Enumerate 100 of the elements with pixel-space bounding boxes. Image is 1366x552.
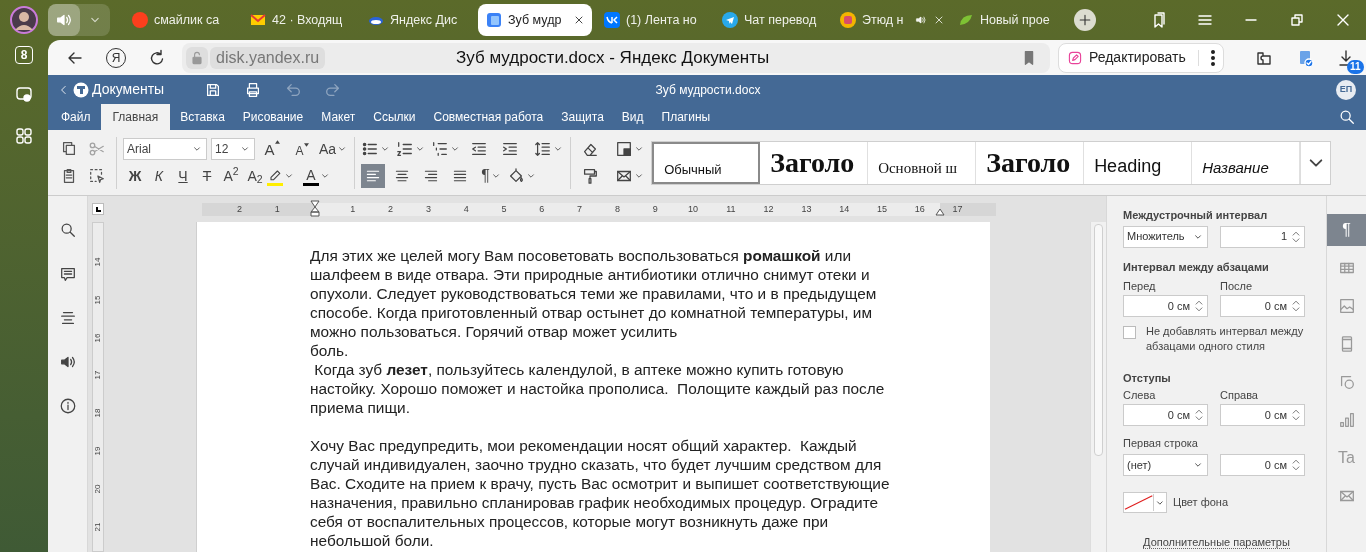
edit-button[interactable]: Редактировать <box>1058 42 1224 73</box>
ruler-number: 1 <box>349 202 357 216</box>
browser-tab[interactable]: Яндекс Дис <box>360 4 474 36</box>
indent-marker[interactable] <box>310 198 320 217</box>
spinner-arrows-icon[interactable] <box>1292 229 1300 244</box>
grow-font-button[interactable]: A <box>259 137 285 161</box>
font-size-dropdown[interactable]: 12 <box>211 138 255 160</box>
leaf-icon <box>958 12 974 28</box>
spinner-arrows-icon[interactable] <box>1292 408 1300 422</box>
font-color-button[interactable]: A <box>303 164 339 188</box>
spinner-arrows-icon[interactable] <box>1292 458 1300 472</box>
checkbox[interactable] <box>1123 326 1136 339</box>
background-color-picker[interactable] <box>1123 492 1167 513</box>
menu-tab[interactable]: Плагины <box>653 104 719 130</box>
ruler-number: 8 <box>613 202 621 216</box>
spacing-after-field[interactable]: 0 см <box>1220 295 1305 317</box>
menu-tab[interactable]: Вставка <box>172 104 233 130</box>
spacing-before-field[interactable]: 0 см <box>1123 295 1208 317</box>
menu-tab[interactable]: Макет <box>313 104 364 130</box>
profile-avatar[interactable] <box>10 6 38 34</box>
indent-left-field[interactable]: 0 см <box>1123 404 1208 426</box>
underline-button[interactable]: Ч <box>171 164 195 188</box>
field-label: Справа <box>1220 387 1259 403</box>
strike-button[interactable]: Т <box>195 164 219 188</box>
sparkle-pencil-icon <box>1067 49 1083 66</box>
more-icon <box>1210 49 1215 66</box>
align-left-icon <box>365 168 382 184</box>
sub-button[interactable]: A$_{2}$ <box>243 164 267 188</box>
spinner-arrows-icon[interactable] <box>1292 299 1300 313</box>
bold-button[interactable]: Ж <box>123 164 147 188</box>
menu-tab[interactable]: Главная <box>100 104 171 130</box>
browser-tab[interactable]: Зуб мудр <box>478 4 592 36</box>
search-icon <box>1338 108 1356 126</box>
scrollbar[interactable] <box>1090 222 1106 552</box>
section-title: Междустрочный интервал <box>1123 208 1269 223</box>
paragraph: Для этих же целей могу Вам посоветовать воспользоваться ромашкой или шалфеем в виде отвара. Эти природные антибиотики отлично снимут отеки и опухоли. Следует руководствоваться теми же правилами, что и в предыдущем способе. Когда приготовленный отвар остынет до комнатной температуры, им можно пользоваться. Горячий отвар может усилить боль. <box>310 246 877 360</box>
align-center-icon <box>394 168 411 184</box>
image-icon <box>1337 297 1356 315</box>
section-title: Интервал между абзацами <box>1123 260 1269 273</box>
nonprinting-button[interactable]: ¶ <box>481 164 502 188</box>
new-tab-button[interactable] <box>1074 9 1096 31</box>
indent-marker[interactable] <box>935 207 945 216</box>
first-line-dropdown[interactable]: (нет) <box>1123 454 1208 476</box>
indent-right-field[interactable]: 0 см <box>1220 404 1305 426</box>
ruler-number: 19 <box>93 445 103 458</box>
browser-tab[interactable]: (1) Лента но <box>596 4 710 36</box>
menu-tab[interactable]: Рисование <box>234 104 312 130</box>
tab-title: (1) Лента но <box>626 11 697 29</box>
tab-title: Зуб мудр <box>508 11 562 29</box>
favicon <box>132 12 148 28</box>
menu-tab[interactable]: Совместная работа <box>425 104 552 130</box>
line-spacing-field[interactable]: 1 <box>1220 225 1305 248</box>
chevron-down-icon <box>1308 158 1323 167</box>
style-preset[interactable]: Название <box>1192 141 1301 184</box>
browser-tab[interactable]: Этюд н <box>832 4 946 36</box>
paragraph: Когда зуб лезет, пользуйтесь календулой, в аптеке можно купить готовую настойку. Хорошо поможет и настойка прополиса. Полощите каждый раз после приема пищи. <box>310 360 885 417</box>
spinner-arrows-icon[interactable] <box>1195 408 1203 422</box>
style-preset[interactable]: Основной ш <box>868 141 977 184</box>
change-case-button[interactable]: Aa <box>319 137 349 161</box>
bullets-icon <box>361 140 380 158</box>
menu-tab[interactable]: Защита <box>553 104 612 130</box>
user-avatar[interactable]: ЕП <box>1336 79 1356 100</box>
field-label: Перед <box>1123 278 1157 294</box>
browser-tab[interactable]: смайлик са <box>124 4 238 36</box>
paragraph-settings-tab[interactable]: ¶ <box>1326 214 1366 246</box>
downloads-badge: 11 <box>1347 59 1364 74</box>
browser-tab[interactable]: Новый прое <box>950 4 1064 36</box>
sup-button[interactable]: A$^{2}$ <box>219 164 243 188</box>
favicon <box>604 12 620 28</box>
ruler-number: 9 <box>651 202 659 216</box>
documents-link[interactable]: Документы <box>48 79 165 100</box>
italic-button[interactable]: К <box>147 164 171 188</box>
decrease-indent-icon <box>470 140 489 158</box>
tab-count-badge[interactable]: 8 <box>15 46 33 64</box>
style-preset[interactable]: Обычный <box>652 141 761 184</box>
tab-stop-selector[interactable] <box>92 203 104 215</box>
style-preset[interactable]: Заголо <box>760 141 869 184</box>
shrink-font-button[interactable]: A <box>289 137 315 161</box>
line-spacing-icon <box>534 140 553 158</box>
menu-tab[interactable]: Файл <box>53 104 99 130</box>
ruler-number: 17 <box>951 202 964 216</box>
more-settings-link[interactable]: Дополнительные параметры <box>1143 536 1290 549</box>
ruler-number: 11 <box>725 202 737 216</box>
font-dropdown[interactable]: Arial <box>123 138 207 160</box>
first-line-field[interactable]: 0 см <box>1220 454 1305 476</box>
browser-tab[interactable]: Чат перевод <box>714 4 828 36</box>
browser-tab[interactable]: 42 · Входящ <box>242 4 356 36</box>
menu-tab[interactable]: Ссылки <box>365 104 424 130</box>
tab-title: 42 · Входящ <box>272 11 343 29</box>
align-left-button[interactable] <box>361 164 386 188</box>
style-preset[interactable]: Заголо <box>976 141 1085 184</box>
section-title: Отступы <box>1123 371 1172 386</box>
spinner-arrows-icon[interactable] <box>1195 299 1203 313</box>
tab-title: Новый прое <box>980 11 1050 29</box>
style-preset[interactable]: Heading <box>1084 141 1193 184</box>
field-label: Слева <box>1123 387 1157 403</box>
line-spacing-dropdown[interactable]: Множитель <box>1123 225 1208 248</box>
audio-control[interactable] <box>48 4 110 36</box>
increase-indent-icon <box>501 140 520 158</box>
menu-tab[interactable]: Вид <box>613 104 652 130</box>
